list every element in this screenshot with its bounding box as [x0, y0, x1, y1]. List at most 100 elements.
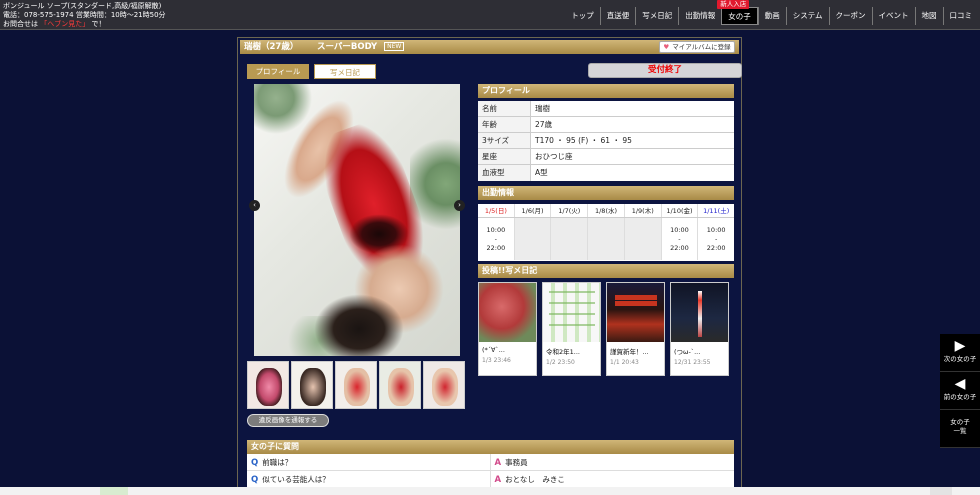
new-entry-badge: 新人入店 [717, 0, 750, 9]
nav-photo-diary[interactable]: 写メ日記 [635, 7, 678, 25]
photo-thumbnails [247, 361, 467, 409]
diary-title: (*´∀`... [482, 346, 505, 354]
schedule-cell [551, 218, 589, 260]
contact-highlight: 「ヘブン見た」 [40, 20, 90, 28]
schedule-day: 1/6(月) [515, 204, 552, 217]
table-row: 星座 おひつじ座 [478, 149, 734, 165]
girl-title-bar: 瑞樹（27歳） スーパーBODY NEW ♥ マイアルバムに登録 [240, 40, 739, 54]
girl-list-button[interactable]: 女の子 一覧 [940, 410, 980, 448]
thumbnail[interactable] [247, 361, 289, 409]
qa-heading: 女の子に質問 [247, 440, 734, 454]
schedule-shifts: 10:00-22:00 10:00-22:00 10:00-22:00 [478, 218, 734, 260]
nav-system[interactable]: システム [785, 7, 829, 25]
profile-heading: プロフィール [478, 84, 734, 98]
answer-icon: A [494, 458, 502, 468]
schedule-heading: 出勤情報 [478, 186, 734, 200]
report-image-button[interactable]: 違反画像を通報する [247, 414, 329, 427]
girl-detail-panel: 瑞樹（27歳） スーパーBODY NEW ♥ マイアルバムに登録 プロフィール 写… [237, 37, 742, 495]
play-left-icon: ◀ [954, 376, 966, 392]
shop-info: ボンジュール ソープ(スタンダード,高級/福原解散) 電話：078-575-19… [3, 2, 166, 29]
schedule-cell [588, 218, 625, 260]
heart-icon: ♥ [663, 43, 670, 51]
girl-catchphrase: スーパーBODY [316, 42, 378, 52]
add-to-album-button[interactable]: ♥ マイアルバムに登録 [659, 41, 735, 53]
play-right-icon: ▶ [954, 338, 966, 354]
diary-post[interactable]: (つω-`... 12/31 23:55 [670, 282, 729, 376]
shop-name[interactable]: ボンジュール ソープ(スタンダード,高級/福原解散) [3, 2, 166, 11]
thumbnail[interactable] [379, 361, 421, 409]
diary-heading: 投稿!!写メ日記 [478, 264, 734, 278]
diary-date: 1/3 23:46 [482, 357, 511, 364]
nav-event[interactable]: イベント [871, 7, 915, 25]
schedule-day: 1/11(土) [703, 207, 730, 215]
diary-image [671, 283, 728, 342]
nav-map[interactable]: 地図 [914, 7, 943, 25]
answer-icon: A [494, 475, 502, 485]
schedule-day: 1/5(日) [478, 204, 515, 217]
nav-coupon[interactable]: クーポン [828, 7, 872, 25]
schedule-cell [514, 218, 552, 260]
diary-image [607, 283, 664, 342]
diary-date: 1/1 20:43 [610, 359, 639, 366]
prev-photo-arrow-icon[interactable]: ‹ [249, 200, 260, 211]
profile-table: 名前 瑞樹 年齢 27歳 3サイズ T170 ・ 95 (F) ・ 61 ・ 95 星… [478, 101, 734, 181]
diary-image [543, 283, 600, 342]
girl-name: 瑞樹（27歳） [244, 42, 299, 52]
thumbnail[interactable] [335, 361, 377, 409]
schedule-day: 1/9(木) [625, 204, 662, 217]
schedule-cell [624, 218, 662, 260]
schedule-day: 1/10(金) [662, 204, 699, 217]
table-row: 3サイズ T170 ・ 95 (F) ・ 61 ・ 95 [478, 133, 734, 149]
table-row: 血液型 A型 [478, 165, 734, 181]
main-photo[interactable] [254, 84, 460, 356]
diary-date: 1/2 23:50 [546, 359, 575, 366]
nav-girls[interactable]: 新人入店 女の子 [717, 0, 758, 25]
diary-post[interactable]: (*´∀`... 1/3 23:46 [478, 282, 537, 376]
nav-top[interactable]: トップ [565, 7, 600, 25]
tab-profile[interactable]: プロフィール [247, 64, 309, 79]
question-icon: Q [251, 475, 259, 485]
schedule-days: 1/5(日) 1/6(月) 1/7(火) 1/8(水) 1/9(木) 1/10(… [478, 204, 734, 218]
nav-reviews[interactable]: 口コミ [942, 7, 979, 25]
next-photo-arrow-icon[interactable]: › [454, 200, 465, 211]
schedule-cell: 10:00-22:00 [478, 218, 515, 260]
diary-title: 謹賀新年！... [610, 348, 649, 356]
answer-text: おとなし みきこ [505, 475, 565, 484]
schedule-cell: 10:00-22:00 [706, 226, 726, 252]
diary-post[interactable]: 令和2年1... 1/2 23:50 [542, 282, 601, 376]
next-girl-button[interactable]: ▶ 次の女の子 [940, 334, 980, 372]
tab-photo-diary[interactable]: 写メ日記 [314, 64, 376, 79]
qa-section: 女の子に質問 Q 前職は？ A 事務員 Q 似ている芸能人は？ A おとなし みきこ [247, 440, 734, 488]
answer-text: 事務員 [505, 458, 528, 467]
diary-date: 12/31 23:55 [674, 359, 711, 366]
question-icon: Q [251, 458, 259, 468]
contact-note: お問合せは 「ヘブン見た」 で！ [3, 20, 106, 28]
nav-video[interactable]: 動画 [757, 7, 786, 25]
nav-schedule[interactable]: 出勤情報 [678, 7, 721, 25]
thumbnail[interactable] [291, 361, 333, 409]
diary-image [479, 283, 536, 342]
schedule-day: 1/7(火) [551, 204, 589, 217]
side-navigation: ▶ 次の女の子 ◀ 前の女の子 女の子 一覧 [940, 334, 980, 448]
schedule-cell: 10:00-22:00 [662, 218, 699, 260]
reception-closed-button[interactable]: 受付終了 [588, 63, 742, 78]
table-row: 年齢 27歳 [478, 117, 734, 133]
site-header: ボンジュール ソープ(スタンダード,高級/福原解散) 電話：078-575-19… [0, 0, 980, 30]
diary-title: 令和2年1... [546, 348, 580, 356]
main-nav: トップ 直送便 写メ日記 出勤情報 新人入店 女の子 動画 システム クーポン … [565, 0, 979, 26]
question-text: 前職は？ [262, 458, 293, 467]
bottom-strip [0, 487, 980, 495]
qa-row: Q 似ている芸能人は？ A おとなし みきこ [247, 471, 734, 488]
prev-girl-button[interactable]: ◀ 前の女の子 [940, 372, 980, 410]
shop-tel-hours: 電話：078-575-1974 営業時間：10時〜21時50分 [3, 11, 166, 19]
qa-row: Q 前職は？ A 事務員 [247, 454, 734, 471]
photo-figure [314, 294, 404, 356]
nav-direct[interactable]: 直送便 [599, 7, 636, 25]
question-text: 似ている芸能人は？ [262, 475, 330, 484]
nav-girls-label: 女の子 [728, 12, 751, 21]
diary-post[interactable]: 謹賀新年！... 1/1 20:43 [606, 282, 665, 376]
diary-title: (つω-`... [674, 348, 701, 356]
schedule-day: 1/8(水) [588, 204, 625, 217]
diary-list: (*´∀`... 1/3 23:46 令和2年1... 1/2 23:50 謹賀… [478, 282, 734, 376]
thumbnail[interactable] [423, 361, 465, 409]
